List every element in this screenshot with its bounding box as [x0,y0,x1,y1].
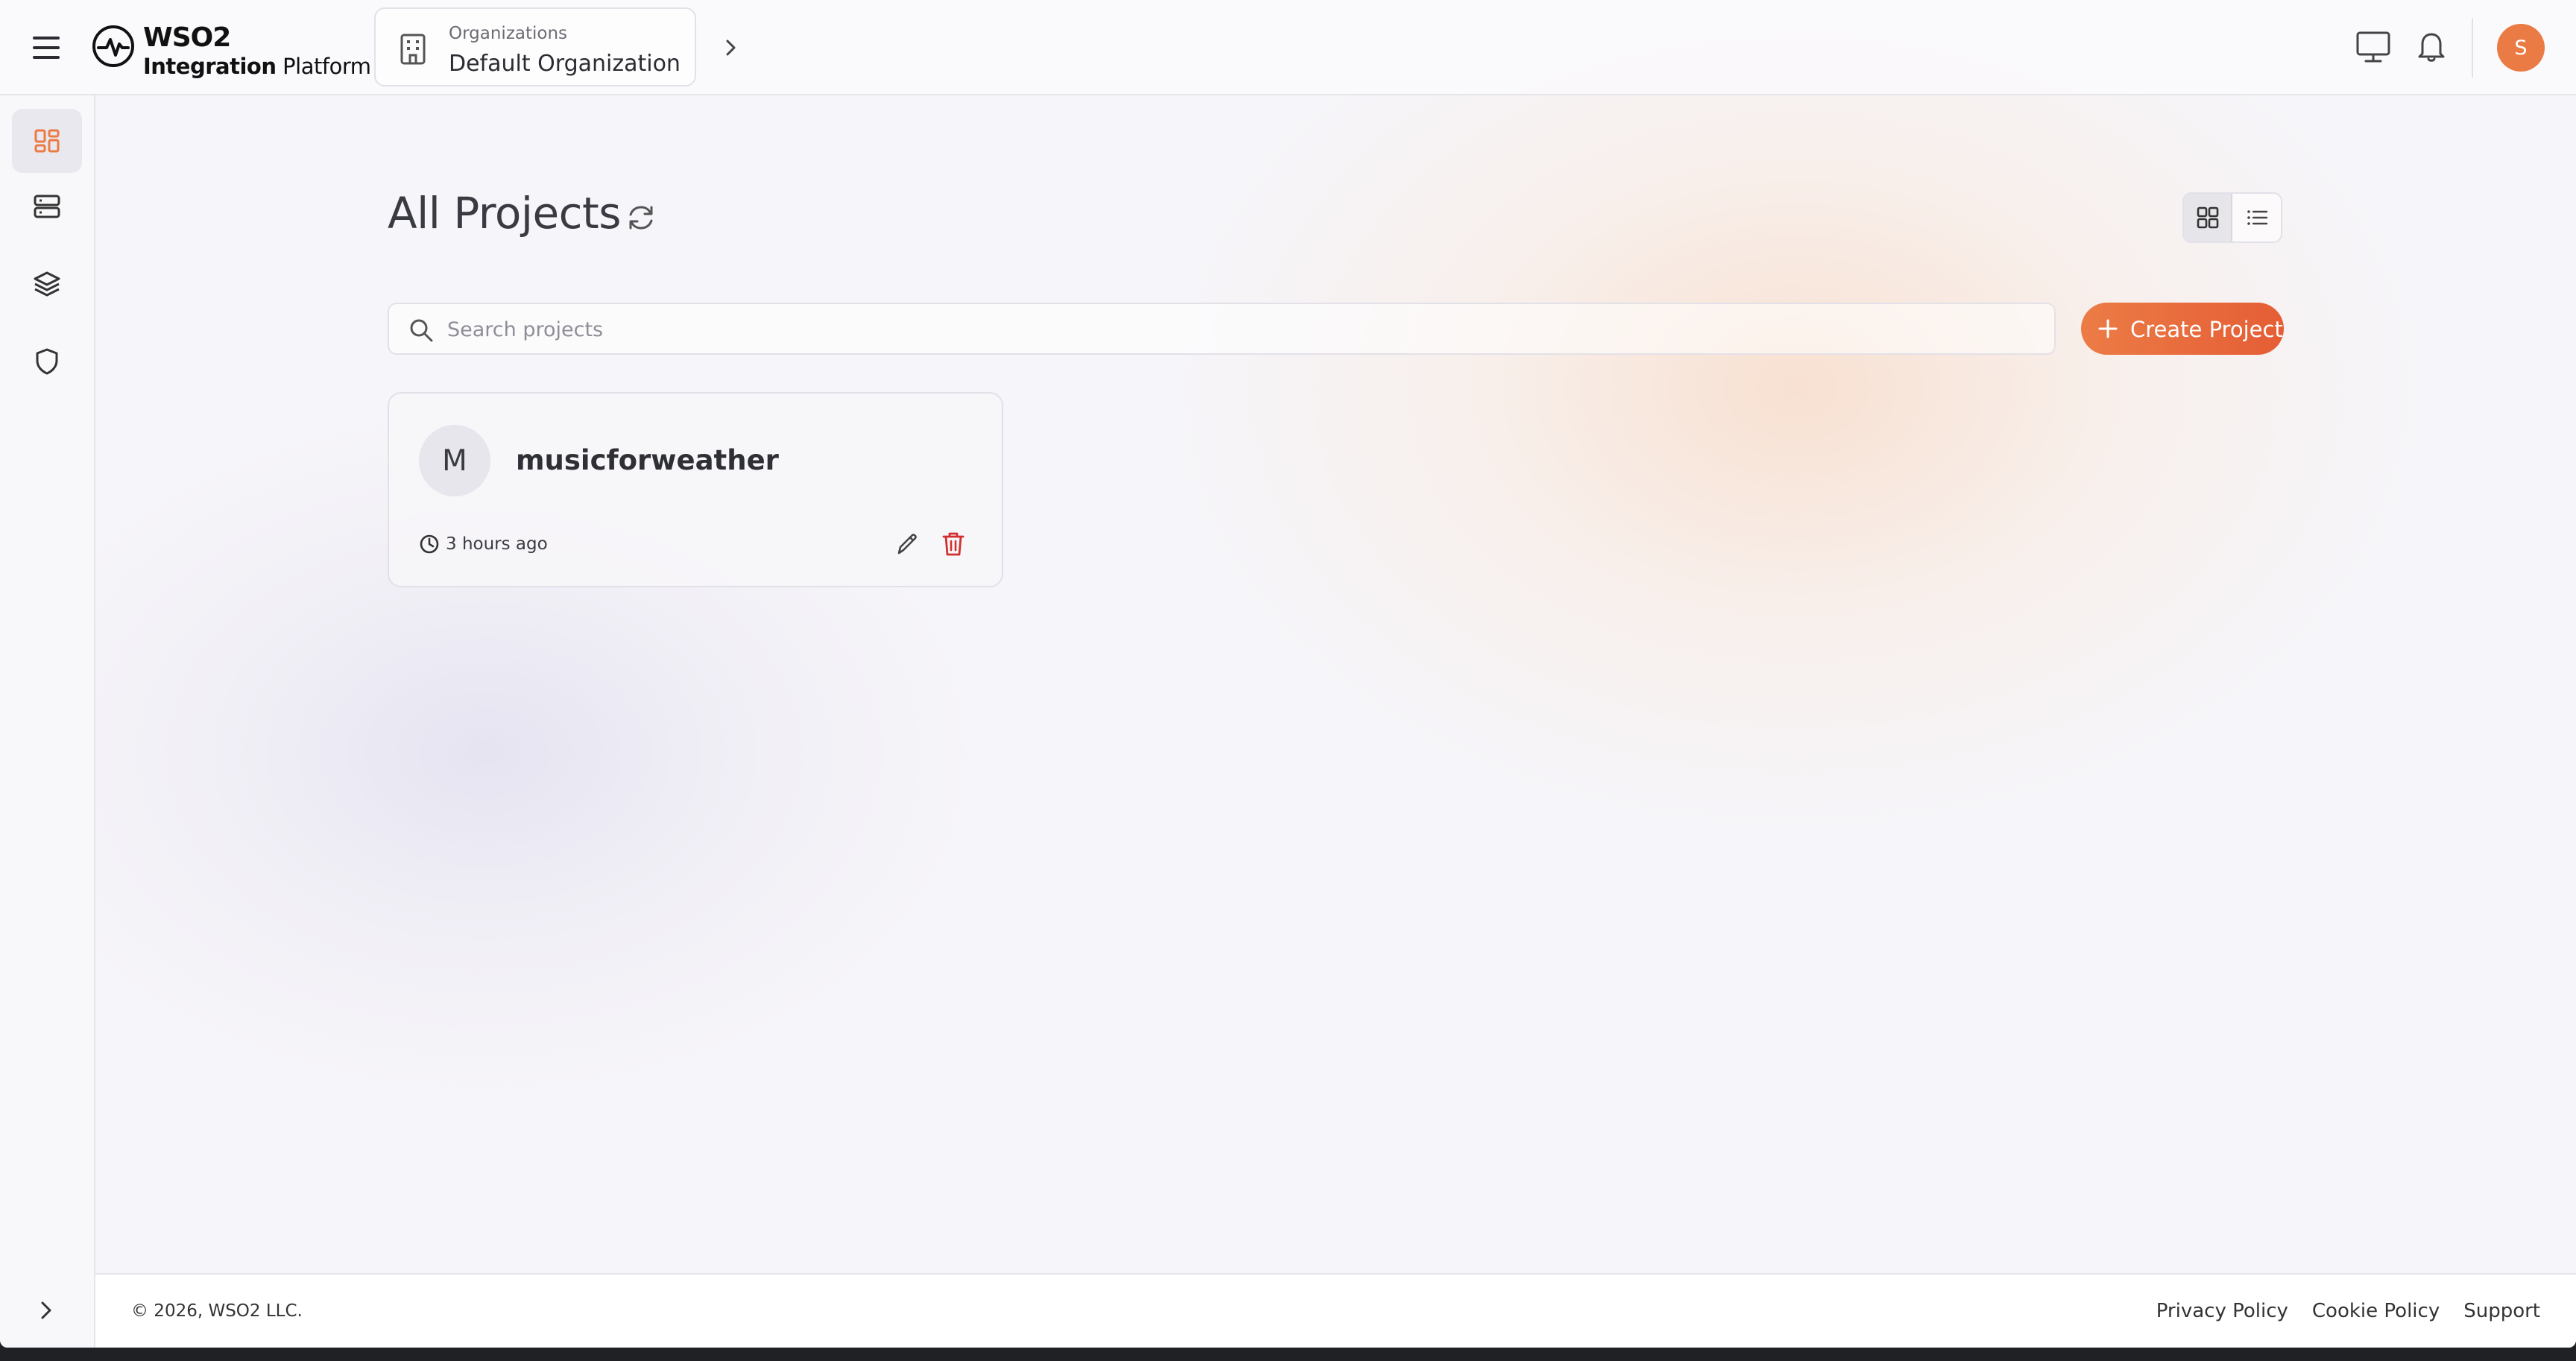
footer-links: Privacy Policy Cookie Policy Support [2156,1300,2540,1322]
expand-sidebar-icon[interactable] [30,1294,63,1327]
logo-title: WSO2 [143,22,231,53]
organization-selector[interactable]: Organizations Default Organization [374,7,696,86]
header-divider [2472,18,2473,78]
building-icon [400,34,426,65]
sidebar-item-servers[interactable] [12,174,82,239]
pulse-logo-icon [92,25,134,67]
server-icon [34,195,60,218]
background-glow-warm [1163,0,2430,835]
window-bottom-edge [0,1348,2576,1361]
top-header: WSO2 Integration Platform Organizations … [0,0,2576,95]
monitor-icon[interactable] [2355,30,2391,64]
clock-icon [420,534,439,554]
organization-name: Default Organization [449,51,681,77]
shield-icon [36,348,58,375]
sidebar-item-layers[interactable] [12,252,82,316]
organization-label: Organizations [449,24,568,43]
menu-icon[interactable] [30,33,63,63]
sidebar-item-projects[interactable] [12,109,82,173]
sidebar-item-security[interactable] [12,329,82,394]
footer: © 2026, WSO2 LLC. Privacy Policy Cookie … [95,1273,2576,1348]
user-avatar[interactable]: S [2497,24,2545,72]
view-mode-toggle [2182,192,2282,243]
privacy-policy-link[interactable]: Privacy Policy [2156,1300,2288,1322]
project-name: musicforweather [516,444,779,476]
project-avatar: M [419,425,490,496]
support-link[interactable]: Support [2463,1300,2540,1322]
chevron-right-icon[interactable] [717,34,744,61]
plus-icon [2098,319,2118,338]
create-project-button[interactable]: Create Project [2081,303,2284,355]
search-input[interactable] [447,310,2042,349]
cookie-policy-link[interactable]: Cookie Policy [2312,1300,2440,1322]
layers-icon [34,271,60,297]
bell-icon[interactable] [2416,30,2446,63]
create-project-label: Create Project [2130,317,2283,342]
grid-icon [2197,206,2218,229]
project-card[interactable]: M musicforweather 3 hours ago [388,392,1003,587]
search-icon [410,319,433,342]
dashboard-icon [34,129,60,153]
refresh-icon[interactable] [625,201,657,234]
sidebar [0,95,95,1348]
copyright-text: © 2026, WSO2 LLC. [131,1301,303,1321]
list-icon [2247,210,2267,225]
grid-view-button[interactable] [2184,194,2233,241]
list-view-button[interactable] [2232,194,2281,241]
trash-icon[interactable] [941,531,966,558]
logo-subtitle: Integration Platform [143,54,371,79]
edit-pencil-icon[interactable] [894,531,921,558]
app-window: WSO2 Integration Platform Organizations … [0,0,2576,1348]
project-updated-time: 3 hours ago [446,534,548,554]
page-title: All Projects [388,188,622,239]
search-box [388,303,2056,355]
wso2-logo[interactable]: WSO2 Integration Platform [91,22,371,79]
